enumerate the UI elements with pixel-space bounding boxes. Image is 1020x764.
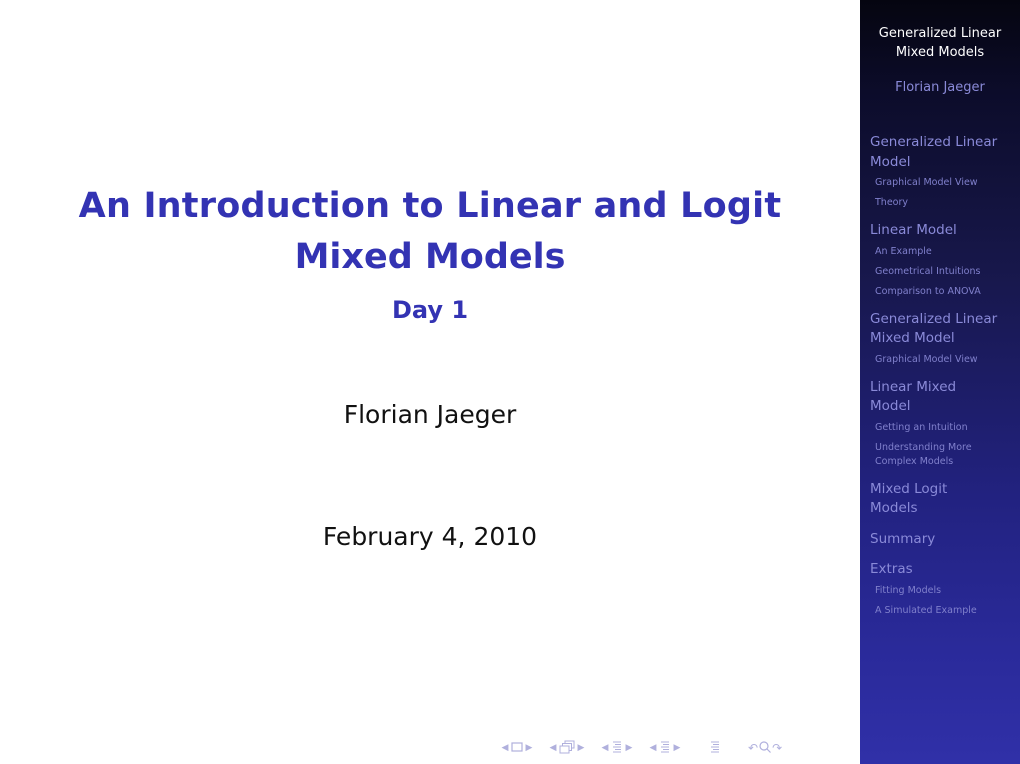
toc-section-label: Mixed Logit xyxy=(870,480,948,497)
nav-next-document-icon[interactable]: ▶ xyxy=(672,743,682,753)
table-of-contents: Generalized Linear Model Graphical Model… xyxy=(870,133,1018,618)
nav-next-section-icon[interactable]: ▶ xyxy=(624,743,634,753)
presentation-title-line1: An Introduction to Linear and Logit xyxy=(78,186,782,226)
document-icon[interactable] xyxy=(658,740,672,757)
toc-section-label: Model xyxy=(870,398,911,414)
toc-section-linear-model[interactable]: Linear Model xyxy=(870,221,1018,241)
toc-section-label: Mixed Model xyxy=(870,330,955,346)
sidebar-title-line1: Generalized Linear xyxy=(878,26,1002,41)
toc-subsection-theory[interactable]: Theory xyxy=(875,196,1018,210)
nav-prev-section-icon[interactable]: ◀ xyxy=(600,743,610,753)
sidebar-title-line2: Mixed Models xyxy=(895,45,985,60)
toc-section-summary[interactable]: Summary xyxy=(870,530,1018,550)
toc-section-generalized-linear-mixed-model[interactable]: Generalized Linear Mixed Model xyxy=(870,310,1018,349)
toc-subsection-an-example[interactable]: An Example xyxy=(875,245,1018,259)
nav-next-subsection-icon[interactable]: ▶ xyxy=(576,743,586,753)
toc-section-label: Generalized Linear xyxy=(870,310,998,327)
toc-subsection-fitting-models[interactable]: Fitting Models xyxy=(875,584,1018,598)
search-icon[interactable] xyxy=(758,740,772,757)
toc-section-generalized-linear-model[interactable]: Generalized Linear Model xyxy=(870,133,1018,172)
toc-subsection-comparison-to-anova[interactable]: Comparison to ANOVA xyxy=(875,285,1018,299)
back-icon[interactable]: ↶ xyxy=(748,741,758,755)
author: Florian Jaeger xyxy=(343,400,517,429)
nav-prev-frame-icon[interactable]: ◀ xyxy=(500,743,510,753)
sidebar-author[interactable]: Florian Jaeger xyxy=(860,80,1020,95)
sidebar-navigation: Generalized Linear Mixed Models Florian … xyxy=(860,0,1020,764)
toc-section-label: Generalized Linear xyxy=(870,134,998,150)
section-icon[interactable] xyxy=(610,740,624,757)
slide-content: An Introduction to Linear and Logit Mixe… xyxy=(0,0,860,764)
toc-subsection-geometrical-intuitions[interactable]: Geometrical Intuitions xyxy=(875,265,1018,279)
toc-section-label: Linear Mixed xyxy=(870,378,957,395)
toc-subsection-graphical-model-view-2[interactable]: Graphical Model View xyxy=(875,353,1018,367)
nav-next-frame-icon[interactable]: ▶ xyxy=(524,743,534,753)
presentation-icon[interactable] xyxy=(708,740,722,757)
date: February 4, 2010 xyxy=(322,522,538,551)
frame-icon[interactable] xyxy=(510,741,524,756)
toc-subsection-getting-an-intuition[interactable]: Getting an Intuition xyxy=(875,421,1018,435)
toc-section-label: Model xyxy=(870,153,911,170)
forward-icon[interactable]: ↷ xyxy=(772,741,782,755)
toc-subsection-label: Understanding More xyxy=(875,441,972,453)
toc-subsection-understanding-more-complex-models[interactable]: Understanding More Complex Models xyxy=(875,441,1018,469)
toc-section-label: Summary xyxy=(870,530,936,547)
nav-prev-document-icon[interactable]: ◀ xyxy=(648,743,658,753)
toc-section-label: Linear Model xyxy=(870,222,957,238)
presentation-title-line2: Mixed Models xyxy=(294,237,566,277)
toc-section-label: Extras xyxy=(870,561,913,577)
toc-subsection-a-simulated-example[interactable]: A Simulated Example xyxy=(875,604,1018,618)
toc-section-label: Models xyxy=(870,500,918,516)
sidebar-presentation-title[interactable]: Generalized Linear Mixed Models xyxy=(860,24,1020,62)
toc-section-mixed-logit-models[interactable]: Mixed Logit Models xyxy=(870,480,1018,519)
beamer-navigation-bar: ◀ ▶ ◀ ▶ ◀ ▶ ◀ ▶ ↶ ↷ xyxy=(500,740,782,756)
toc-section-linear-mixed-model[interactable]: Linear Mixed Model xyxy=(870,378,1018,417)
presentation-subtitle: Day 1 xyxy=(391,296,469,324)
nav-prev-subsection-icon[interactable]: ◀ xyxy=(548,743,558,753)
subsection-icon[interactable] xyxy=(558,740,576,757)
toc-subsection-label: Complex Models xyxy=(875,455,954,467)
toc-subsection-graphical-model-view[interactable]: Graphical Model View xyxy=(875,176,1018,190)
toc-section-extras[interactable]: Extras xyxy=(870,560,1018,580)
